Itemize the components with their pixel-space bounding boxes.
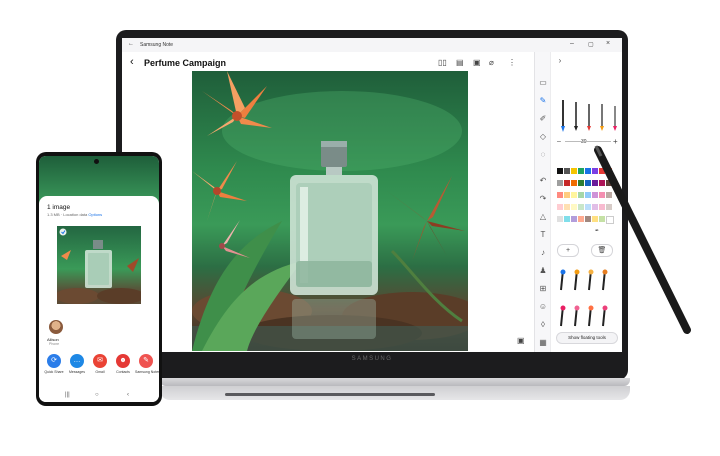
s-pen-stylus <box>594 145 691 334</box>
share-title: 1 image <box>47 204 71 211</box>
color-swatch[interactable] <box>557 192 563 198</box>
insert-icon[interactable]: ⊞ <box>538 284 548 293</box>
page-settings-icon[interactable]: ▣ <box>517 336 525 345</box>
color-swatch[interactable] <box>564 180 570 186</box>
tool-rail: ▭ ✎ ✐ ◇ ◌ ↶ ↷ △ T ♪ ♟ ⊞ ☺ ◊ ▦ <box>534 52 551 352</box>
chevron-right-icon[interactable]: › <box>555 56 565 65</box>
perfume-artwork-illustration <box>192 71 468 351</box>
brush-icon[interactable]: ♟ <box>538 266 548 275</box>
laptop-screen: ← Samsung Note – ▢ × ‹ Perfume Campaign … <box>122 38 622 352</box>
sticker-icon[interactable]: ☺ <box>538 302 548 311</box>
share-app-label: Gmail <box>95 370 105 374</box>
laptop-brand-label: SAMSUNG <box>351 356 393 362</box>
phone-nav-bar: ||| ○ ‹ <box>39 390 159 402</box>
color-swatch[interactable] <box>564 216 570 222</box>
tag-icon[interactable]: ◊ <box>538 320 548 329</box>
quick-share-icon: ⟳ <box>47 354 61 368</box>
pages-icon[interactable]: ▦ <box>538 338 548 347</box>
document-back-icon[interactable]: ‹ <box>130 56 134 68</box>
recents-icon[interactable]: ||| <box>65 392 70 398</box>
window-titlebar: ← Samsung Note – ▢ × <box>122 38 622 52</box>
share-app-contacts[interactable]: ☻ Contacts <box>112 354 134 374</box>
window-app-title: Samsung Note <box>140 42 174 48</box>
document-title: Perfume Campaign <box>144 58 227 68</box>
contact-avatar[interactable] <box>49 320 63 334</box>
perfume-artwork-image[interactable] <box>192 71 468 351</box>
color-swatch[interactable] <box>557 216 563 222</box>
text-box-icon[interactable]: T <box>538 230 548 239</box>
share-subtitle-text: 1.3 MB · Location data <box>47 212 88 217</box>
share-app-label: Contacts <box>116 370 130 374</box>
more-icon[interactable]: ⋮ <box>508 58 516 67</box>
pen-icon[interactable]: ✎ <box>538 96 548 105</box>
color-swatch[interactable] <box>557 168 563 174</box>
color-swatch[interactable] <box>564 192 570 198</box>
front-camera <box>94 159 99 164</box>
laptop-hinge <box>225 393 435 396</box>
contacts-icon: ☻ <box>116 354 130 368</box>
phone-screen: 1 image 1.3 MB · Location data Options A… <box>39 156 159 402</box>
back-icon[interactable]: ‹ <box>127 392 129 398</box>
shape-icon[interactable]: △ <box>538 212 548 221</box>
share-options-link[interactable]: Options <box>88 212 102 217</box>
color-swatch[interactable] <box>564 204 570 210</box>
share-preview-illustration <box>57 228 141 304</box>
window-back-icon[interactable]: ← <box>128 41 134 47</box>
minimize-icon[interactable]: – <box>570 40 574 47</box>
book-icon[interactable]: ▯▯ <box>438 58 447 67</box>
gmail-icon: ✉ <box>93 354 107 368</box>
color-swatch[interactable] <box>564 168 570 174</box>
share-app-label: Quick Share <box>44 370 64 374</box>
image-icon[interactable]: ▣ <box>473 58 481 67</box>
samsung-notes-icon: ✎ <box>139 354 153 368</box>
contact-subtitle: Phone <box>49 342 60 346</box>
eraser-icon[interactable]: ◇ <box>538 132 548 141</box>
share-app-gmail[interactable]: ✉ Gmail <box>89 354 111 374</box>
share-app-messages[interactable]: … Messages <box>66 354 88 374</box>
keyboard-icon[interactable]: ▭ <box>538 78 548 87</box>
document-icon[interactable]: ▤ <box>456 58 464 67</box>
highlighter-icon[interactable]: ✐ <box>538 114 548 123</box>
share-subtitle: 1.3 MB · Location data Options <box>47 212 102 217</box>
color-swatch[interactable] <box>557 204 563 210</box>
undo-icon[interactable]: ↶ <box>538 176 548 185</box>
laptop-base <box>160 378 630 386</box>
share-preview-image[interactable] <box>57 226 141 304</box>
messages-icon: … <box>70 354 84 368</box>
audio-icon[interactable]: ♪ <box>538 248 548 257</box>
share-app-quick-share[interactable]: ⟳ Quick Share <box>43 354 65 374</box>
home-icon[interactable]: ○ <box>95 392 99 398</box>
attach-icon[interactable]: ⌀ <box>489 58 494 67</box>
thickness-minus-icon[interactable]: – <box>557 138 561 145</box>
share-app-label: Samsung Notes <box>135 370 159 374</box>
redo-icon[interactable]: ↷ <box>538 194 548 203</box>
share-app-samsung-notes[interactable]: ✎ Samsung Notes <box>135 354 159 374</box>
color-swatch[interactable] <box>557 180 563 186</box>
share-app-label: Messages <box>69 370 85 374</box>
lasso-icon[interactable]: ◌ <box>538 150 548 159</box>
